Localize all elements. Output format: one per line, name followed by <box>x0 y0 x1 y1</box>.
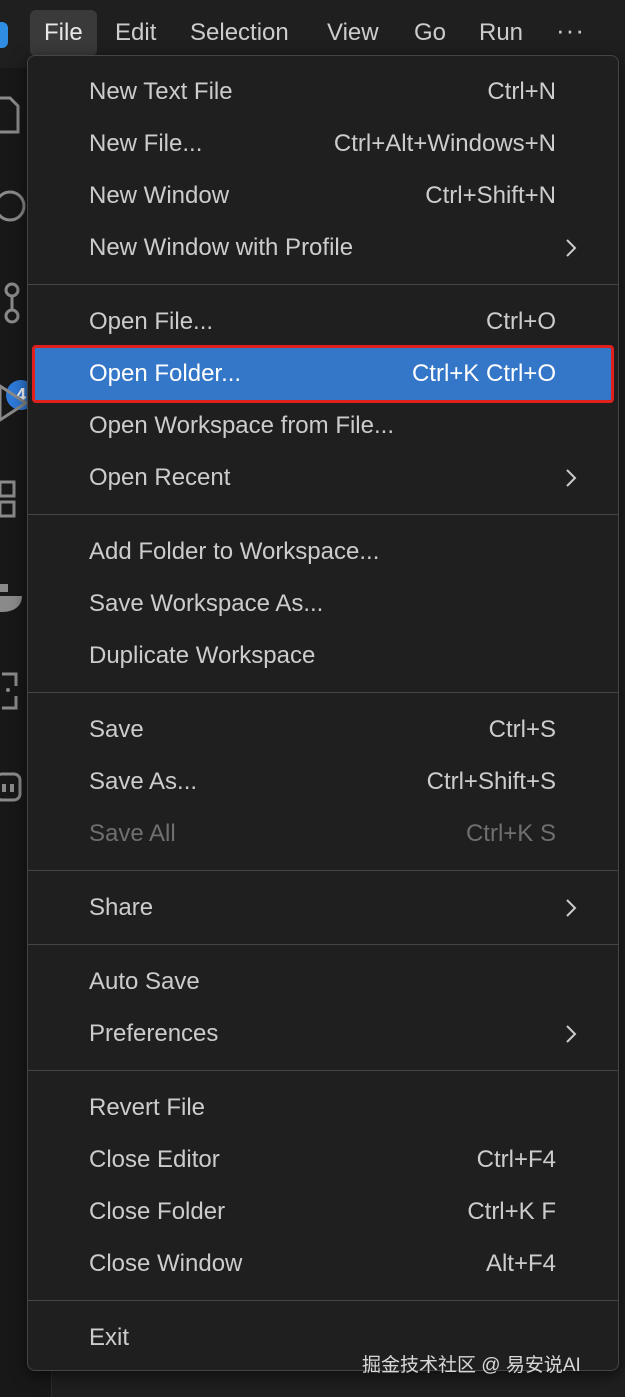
menu-run[interactable]: Run <box>465 10 537 56</box>
menu-item-label: Open Folder... <box>89 360 242 387</box>
more-menus-icon[interactable]: ··· <box>556 10 585 56</box>
copilot-icon[interactable] <box>0 764 28 810</box>
menu-file[interactable]: File <box>30 10 97 56</box>
menu-item-label: Save All <box>89 820 176 847</box>
extensions-icon[interactable] <box>0 478 28 524</box>
search-icon[interactable] <box>0 184 28 230</box>
menu-item-new-file[interactable]: New File... Ctrl+Alt+Windows+N <box>34 122 612 166</box>
file-menu: New Text File Ctrl+N New File... Ctrl+Al… <box>27 55 619 1371</box>
menu-separator <box>28 1070 618 1071</box>
menu-item-label: New Text File <box>89 78 233 105</box>
menu-separator <box>28 870 618 871</box>
menu-item-label: New Window <box>89 182 230 209</box>
menu-item-close-editor[interactable]: Close Editor Ctrl+F4 <box>34 1138 612 1182</box>
menu-item-shortcut: Ctrl+K S <box>465 820 556 847</box>
menu-item-shortcut: Alt+F4 <box>485 1250 556 1277</box>
menu-item-save-workspace-as[interactable]: Save Workspace As... <box>34 582 612 626</box>
menu-item-auto-save[interactable]: Auto Save <box>34 960 612 1004</box>
menu-item-open-file[interactable]: Open File... Ctrl+O <box>34 300 612 344</box>
menu-item-label: Save As... <box>89 768 198 795</box>
menu-item-close-folder[interactable]: Close Folder Ctrl+K F <box>34 1190 612 1234</box>
chevron-right-icon <box>566 899 577 917</box>
remote-explorer-icon[interactable] <box>0 668 28 714</box>
menu-item-label: Duplicate Workspace <box>89 642 316 669</box>
menu-item-label: Exit <box>89 1324 130 1351</box>
run-debug-icon[interactable] <box>0 380 29 426</box>
menu-item-label: Close Folder <box>89 1198 226 1225</box>
menu-selection[interactable]: Selection <box>176 10 303 56</box>
menu-item-shortcut: Ctrl+Shift+N <box>425 182 556 209</box>
menu-item-close-window[interactable]: Close Window Alt+F4 <box>34 1242 612 1286</box>
chevron-right-icon <box>566 469 577 487</box>
source-control-icon[interactable] <box>0 280 28 326</box>
menu-item-shortcut: Ctrl+K F <box>467 1198 556 1225</box>
menu-item-shortcut: Ctrl+Alt+Windows+N <box>333 130 556 157</box>
menu-item-new-window[interactable]: New Window Ctrl+Shift+N <box>34 174 612 218</box>
menu-item-new-window-with-profile[interactable]: New Window with Profile <box>34 226 612 270</box>
menu-separator <box>28 1300 618 1301</box>
menu-item-shortcut: Ctrl+S <box>488 716 556 743</box>
menu-item-label: Open Recent <box>89 464 231 491</box>
menu-item-revert-file[interactable]: Revert File <box>34 1086 612 1130</box>
menu-item-save-all: Save All Ctrl+K S <box>34 812 612 856</box>
docker-icon[interactable] <box>0 574 28 620</box>
menu-item-open-recent[interactable]: Open Recent <box>34 456 612 500</box>
menu-item-shortcut: Ctrl+Shift+S <box>426 768 556 795</box>
menu-go[interactable]: Go <box>400 10 460 56</box>
menu-item-save[interactable]: Save Ctrl+S <box>34 708 612 752</box>
explorer-icon[interactable] <box>0 94 28 140</box>
menu-edit[interactable]: Edit <box>101 10 170 56</box>
menu-item-label: New Window with Profile <box>89 234 354 261</box>
menu-view[interactable]: View <box>313 10 393 56</box>
menu-item-label: Add Folder to Workspace... <box>89 538 380 565</box>
vscode-logo-icon <box>0 22 8 48</box>
menu-item-label: Save <box>89 716 144 743</box>
menu-item-new-text-file[interactable]: New Text File Ctrl+N <box>34 70 612 114</box>
menu-item-shortcut: Ctrl+O <box>485 308 556 335</box>
menu-item-shortcut: Ctrl+K Ctrl+O <box>411 360 556 387</box>
menu-item-label: Open File... <box>89 308 214 335</box>
menu-item-label: Close Window <box>89 1250 243 1277</box>
menu-separator <box>28 514 618 515</box>
menu-separator <box>28 284 618 285</box>
menu-item-label: Revert File <box>89 1094 206 1121</box>
menu-separator <box>28 692 618 693</box>
menu-separator <box>28 944 618 945</box>
menu-item-label: Open Workspace from File... <box>89 412 394 439</box>
menu-item-open-workspace-from-file[interactable]: Open Workspace from File... <box>34 404 612 448</box>
menu-item-duplicate-workspace[interactable]: Duplicate Workspace <box>34 634 612 678</box>
menu-item-label: Share <box>89 894 154 921</box>
chevron-right-icon <box>566 239 577 257</box>
menu-item-label: Preferences <box>89 1020 219 1047</box>
menu-item-label: Save Workspace As... <box>89 590 324 617</box>
menu-item-preferences[interactable]: Preferences <box>34 1012 612 1056</box>
menu-item-label: New File... <box>89 130 203 157</box>
menu-item-label: Auto Save <box>89 968 200 995</box>
chevron-right-icon <box>566 1025 577 1043</box>
menu-item-save-as[interactable]: Save As... Ctrl+Shift+S <box>34 760 612 804</box>
menu-item-shortcut: Ctrl+F4 <box>476 1146 556 1173</box>
watermark: 掘金技术社区 @ 易安说AI <box>362 1355 581 1376</box>
menu-item-add-folder-to-workspace[interactable]: Add Folder to Workspace... <box>34 530 612 574</box>
menu-item-label: Close Editor <box>89 1146 220 1173</box>
menu-item-open-folder[interactable]: Open Folder... Ctrl+K Ctrl+O <box>32 345 614 403</box>
menu-item-shortcut: Ctrl+N <box>487 78 556 105</box>
menu-item-share[interactable]: Share <box>34 886 612 930</box>
